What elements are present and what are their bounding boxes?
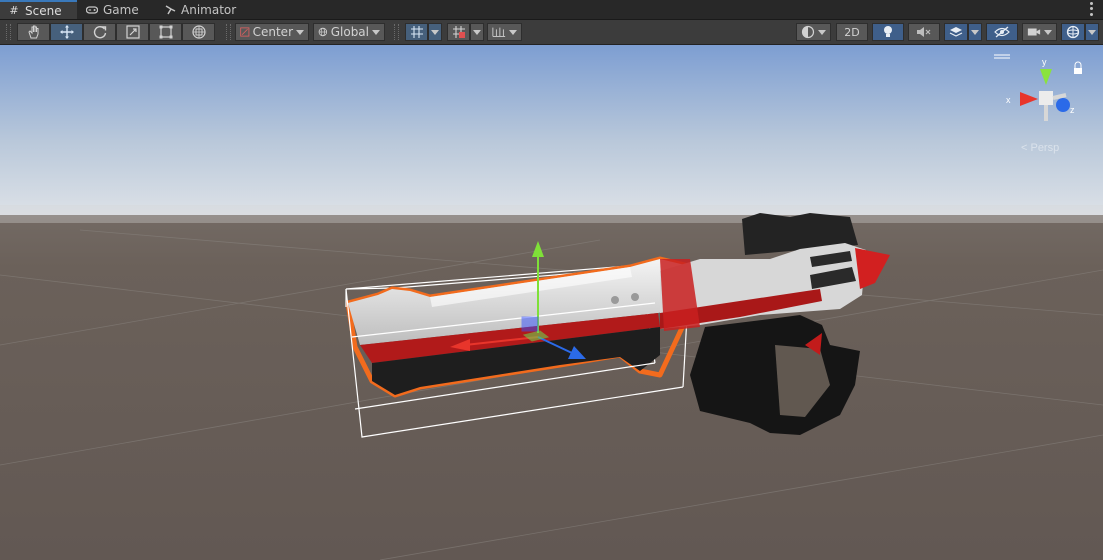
pivot-center-icon — [240, 27, 250, 37]
globe-icon — [318, 27, 328, 37]
pivot-space-dropdown[interactable]: Global — [313, 23, 385, 41]
chevron-down-icon — [473, 29, 481, 35]
tab-animator[interactable]: Animator — [156, 0, 242, 19]
grid-snap-icon — [410, 26, 423, 38]
grid-visibility-button[interactable] — [447, 23, 470, 41]
speaker-mute-icon — [917, 27, 931, 37]
chevron-down-icon — [1044, 29, 1052, 35]
pivot-space-label: Global — [330, 25, 369, 39]
toolbar-grip[interactable] — [394, 24, 399, 40]
toolbar-grip[interactable] — [6, 24, 11, 40]
grid-visibility-dropdown[interactable] — [470, 23, 484, 41]
draw-mode-dropdown[interactable] — [796, 23, 831, 41]
animator-icon — [164, 4, 176, 16]
scene-camera-dropdown[interactable] — [1022, 23, 1057, 41]
gizmo-y-label: y — [1042, 57, 1047, 67]
pivot-mode-label: Center — [252, 25, 293, 39]
effects-toggle-button[interactable] — [944, 23, 968, 41]
sky — [0, 45, 1103, 220]
pivot-mode-dropdown[interactable]: Center — [235, 23, 309, 41]
chevron-down-icon — [509, 29, 517, 35]
scene-visibility-button[interactable] — [986, 23, 1018, 41]
shading-mode-icon — [801, 25, 815, 39]
gizmos-dropdown[interactable] — [1085, 23, 1099, 41]
chevron-down-icon — [1088, 29, 1096, 35]
effects-dropdown[interactable] — [968, 23, 982, 41]
move-tool-button[interactable] — [50, 23, 83, 41]
rect-transform-icon — [159, 25, 172, 39]
chevron-down-icon — [296, 29, 304, 35]
rect-tool-button[interactable] — [149, 23, 182, 41]
light-bulb-icon — [884, 26, 892, 37]
scene-toolbar: Center Global 2D — [0, 20, 1103, 45]
increment-snap-dropdown[interactable] — [487, 23, 522, 41]
eye-hidden-icon — [994, 26, 1010, 38]
tab-game[interactable]: Game — [78, 0, 152, 19]
tab-scene-label: Scene — [25, 3, 62, 18]
gizmo-z-label: z — [1070, 105, 1075, 115]
chevron-down-icon — [372, 29, 380, 35]
toggle-2d-label: 2D — [844, 25, 860, 39]
scale-tool-button[interactable] — [116, 23, 149, 41]
toggle-2d-button[interactable]: 2D — [836, 23, 868, 41]
move-arrows-icon — [59, 25, 74, 39]
grid-snapping-button[interactable] — [405, 23, 428, 41]
grid-icon: # — [9, 4, 19, 17]
toolbar-grip[interactable] — [226, 24, 231, 40]
grid-snapping-dropdown[interactable] — [428, 23, 442, 41]
scale-icon — [125, 25, 140, 39]
camera-icon — [1027, 28, 1041, 36]
gizmo-center-cube[interactable] — [1039, 91, 1053, 105]
xy-plane-handle[interactable] — [521, 316, 539, 332]
gizmo-z-cone[interactable] — [1056, 98, 1070, 112]
scene-viewport[interactable]: x y z < Persp — [0, 45, 1103, 560]
chevron-down-icon — [971, 29, 979, 35]
projection-label[interactable]: < Persp — [1021, 142, 1059, 154]
hand-icon — [27, 25, 38, 39]
hand-tool-button[interactable] — [17, 23, 50, 41]
gizmo-x-label: x — [1006, 95, 1011, 105]
transform-tool-button[interactable] — [182, 23, 215, 41]
ground-plane — [0, 215, 1103, 560]
effects-layers-icon — [949, 27, 963, 37]
gizmos-toggle-button[interactable] — [1061, 23, 1085, 41]
chevron-down-icon — [431, 29, 439, 35]
tab-animator-label: Animator — [181, 2, 237, 17]
transform-icon — [191, 25, 206, 39]
chevron-down-icon — [818, 29, 826, 35]
lighting-toggle-button[interactable] — [872, 23, 904, 41]
horizon-haze — [0, 205, 1103, 223]
grid-visibility-icon — [452, 26, 465, 38]
window-tab-bar: # Scene Game Animator — [0, 0, 1103, 20]
gizmos-sphere-icon — [1066, 25, 1080, 39]
tab-game-label: Game — [103, 2, 139, 17]
tab-scene[interactable]: # Scene — [0, 0, 77, 19]
rotate-icon — [93, 26, 106, 39]
audio-toggle-button[interactable] — [908, 23, 940, 41]
rotate-tool-button[interactable] — [83, 23, 116, 41]
gamepad-icon — [86, 4, 98, 16]
increment-snap-icon — [492, 27, 506, 37]
more-options-icon[interactable] — [1087, 1, 1095, 17]
